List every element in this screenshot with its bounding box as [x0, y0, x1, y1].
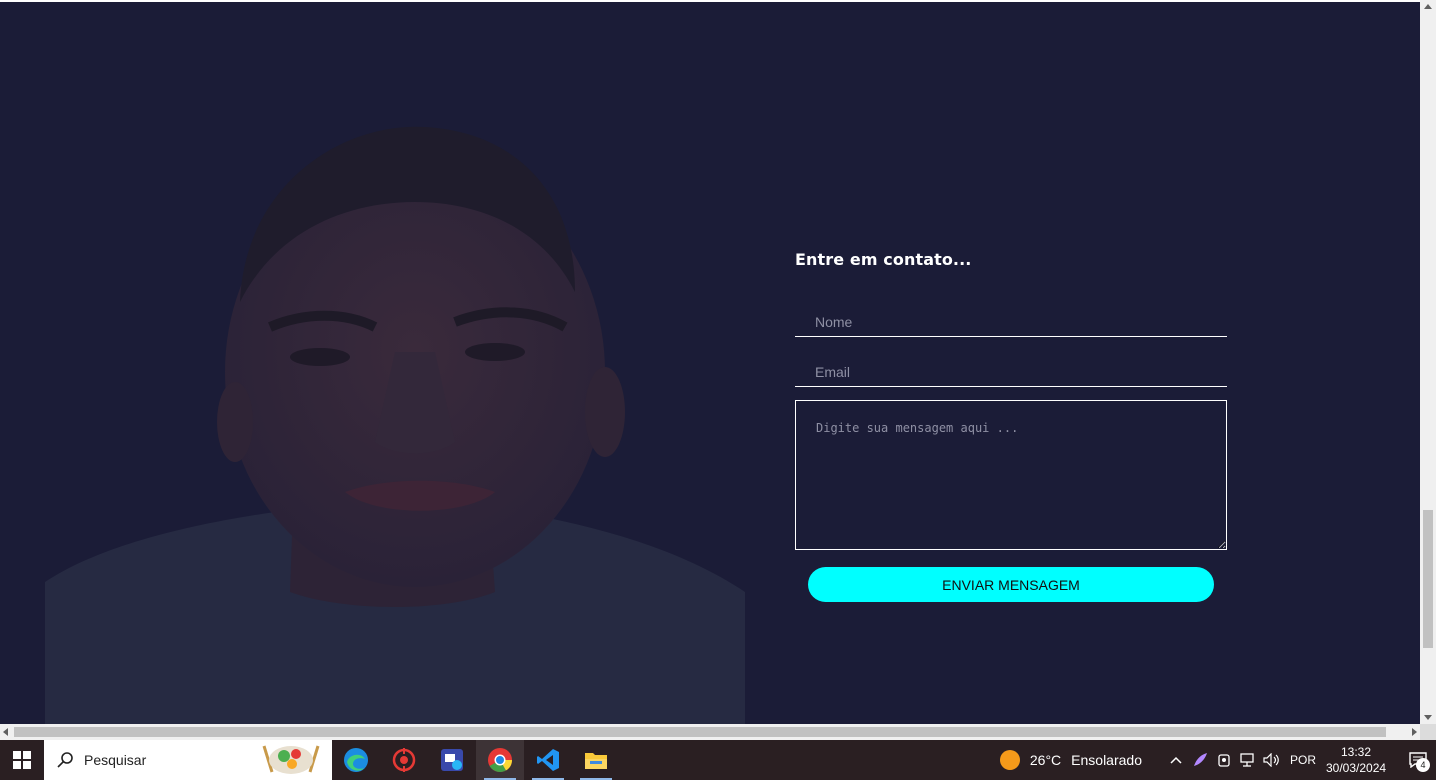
- portrait-image: [45, 126, 745, 724]
- language-indicator[interactable]: POR: [1290, 753, 1316, 767]
- scrollbar-corner: [1420, 724, 1436, 740]
- chevron-up-icon[interactable]: [1164, 740, 1188, 780]
- chrome-app[interactable]: [476, 740, 524, 780]
- vertical-scroll-thumb[interactable]: [1423, 510, 1433, 648]
- taskbar: Pesquisar 26°C Ensolarado POR 13:32 30/0…: [0, 740, 1436, 780]
- search-label: Pesquisar: [84, 752, 147, 768]
- edge-icon: [344, 748, 368, 772]
- vscode-app[interactable]: [524, 740, 572, 780]
- name-field[interactable]: [795, 299, 1227, 337]
- remote-app[interactable]: [428, 740, 476, 780]
- food-bowl-icon: [262, 745, 320, 774]
- system-tray: 26°C Ensolarado POR 13:32 30/03/2024 4: [999, 740, 1436, 780]
- weather-temp: 26°C: [1029, 752, 1062, 768]
- camera-icon[interactable]: [1212, 740, 1236, 780]
- chrome-icon: [488, 748, 512, 773]
- windows-icon: [13, 751, 31, 769]
- remote-icon: [441, 749, 463, 771]
- notification-badge: 4: [1416, 758, 1430, 772]
- start-button[interactable]: [0, 740, 44, 780]
- send-message-button[interactable]: ENVIAR MENSAGEM: [808, 567, 1214, 602]
- search-icon: [57, 752, 73, 768]
- scroll-right-icon[interactable]: [1412, 728, 1417, 736]
- contact-title: Entre em contato...: [795, 250, 972, 269]
- tool-app[interactable]: [380, 740, 428, 780]
- page-content: Entre em contato... ENVIAR MENSAGEM: [0, 2, 1420, 724]
- taskbar-search[interactable]: Pesquisar: [44, 740, 332, 780]
- weather-desc: Ensolarado: [1071, 752, 1142, 768]
- clock[interactable]: 13:32 30/03/2024: [1326, 744, 1386, 776]
- volume-icon[interactable]: [1260, 740, 1284, 780]
- tool-icon: [392, 748, 416, 772]
- file-explorer-icon: [585, 753, 607, 769]
- email-field[interactable]: [795, 349, 1227, 387]
- vscode-icon: [537, 749, 559, 771]
- weather-widget[interactable]: 26°C Ensolarado: [999, 750, 1142, 770]
- scroll-down-icon[interactable]: [1424, 715, 1432, 720]
- clock-time: 13:32: [1340, 745, 1372, 759]
- sun-icon: [999, 750, 1020, 770]
- scroll-up-icon[interactable]: [1424, 4, 1432, 9]
- edge-app[interactable]: [332, 740, 380, 780]
- horizontal-scrollbar[interactable]: [0, 724, 1420, 740]
- clock-date: 30/03/2024: [1326, 761, 1387, 775]
- file-explorer-app[interactable]: [572, 740, 620, 780]
- vertical-scrollbar[interactable]: [1420, 0, 1436, 724]
- message-textarea[interactable]: [795, 400, 1227, 550]
- network-icon[interactable]: [1236, 740, 1260, 780]
- feather-icon[interactable]: [1188, 740, 1212, 780]
- notifications-button[interactable]: 4: [1400, 740, 1436, 780]
- contact-form: Entre em contato... ENVIAR MENSAGEM: [795, 250, 1227, 602]
- scroll-left-icon[interactable]: [3, 728, 8, 736]
- horizontal-scroll-thumb[interactable]: [14, 727, 1386, 737]
